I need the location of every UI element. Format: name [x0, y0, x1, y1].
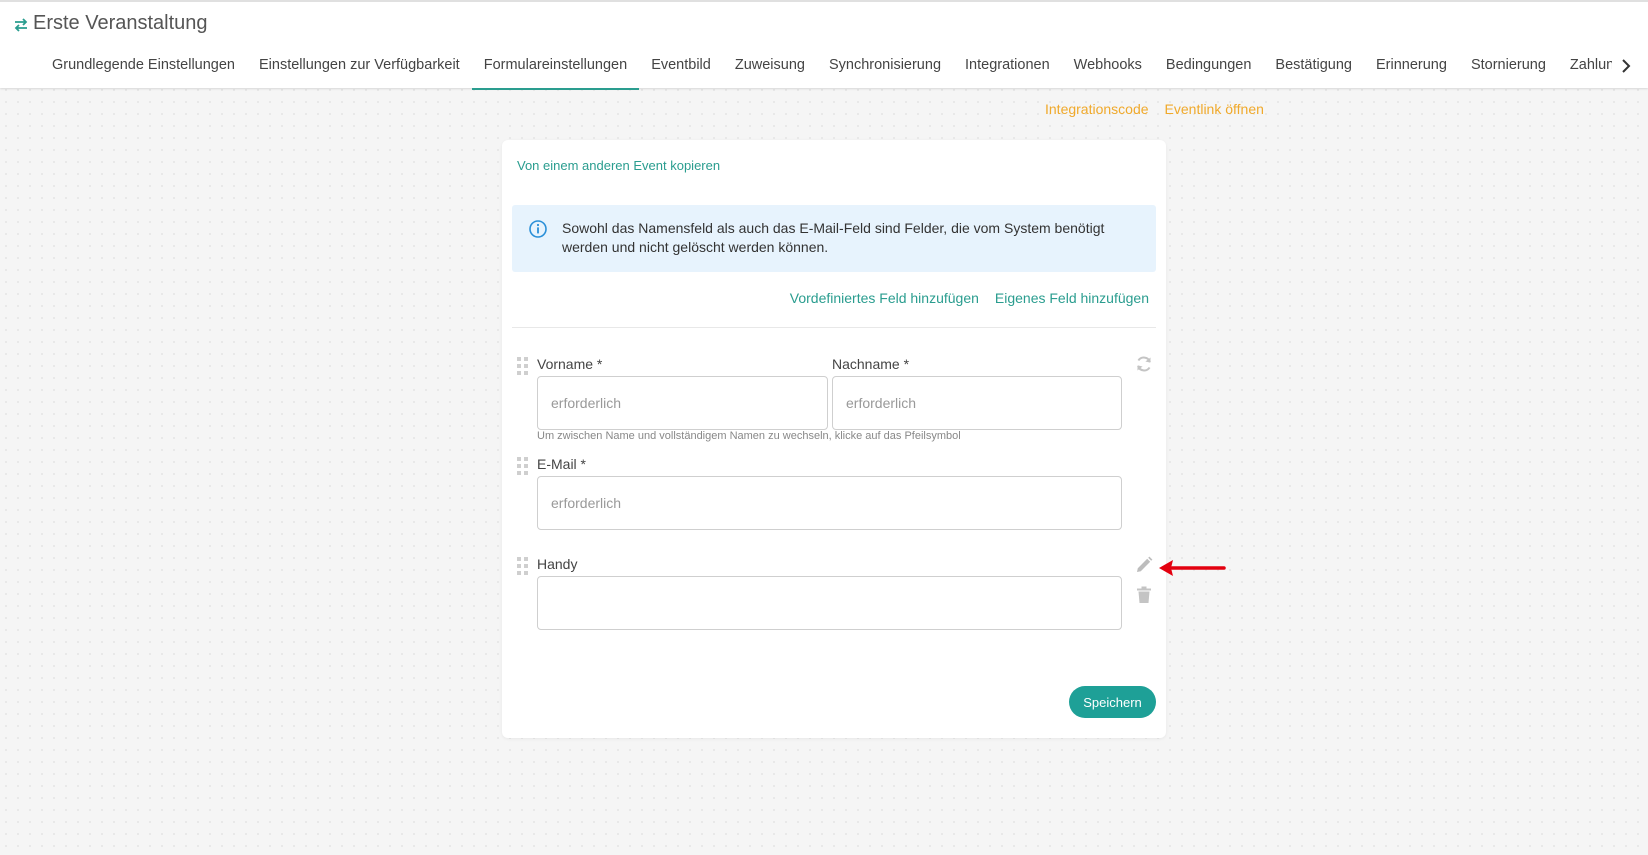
tab-basic-settings[interactable]: Grundlegende Einstellungen — [40, 46, 247, 90]
add-predefined-field-link[interactable]: Vordefiniertes Feld hinzufügen — [790, 290, 979, 306]
last-name-label: Nachname * — [832, 356, 910, 372]
add-field-links: Vordefiniertes Feld hinzufügen Eigenes F… — [790, 290, 1149, 306]
tabs-scroll-right[interactable] — [1616, 56, 1636, 76]
tab-form-settings[interactable]: Formulareinstellungen — [471, 46, 640, 90]
pencil-icon[interactable] — [1134, 555, 1154, 575]
tab-payment[interactable]: Zahlung — [1558, 46, 1612, 90]
red-arrow-icon — [1159, 560, 1226, 576]
tab-webhooks[interactable]: Webhooks — [1062, 46, 1154, 90]
tab-integrations[interactable]: Integrationen — [953, 46, 1062, 90]
info-circle-icon — [529, 220, 547, 238]
info-box: Sowohl das Namensfeld als auch das E-Mai… — [512, 205, 1156, 272]
divider — [512, 327, 1156, 328]
info-text: Sowohl das Namensfeld als auch das E-Mai… — [562, 220, 1105, 255]
tab-cancellation[interactable]: Stornierung — [1459, 46, 1558, 90]
form-settings-card: Von einem anderen Event kopieren Sowohl … — [502, 140, 1166, 738]
save-button[interactable]: Speichern — [1069, 686, 1156, 718]
last-name-input[interactable] — [832, 376, 1122, 430]
tab-reminder[interactable]: Erinnerung — [1364, 46, 1459, 90]
top-bar: Erste Veranstaltung Grundlegende Einstel… — [0, 0, 1648, 90]
settings-tabs: Grundlegende Einstellungen Einstellungen… — [40, 46, 1612, 90]
tab-event-image[interactable]: Eventbild — [639, 46, 723, 90]
name-toggle-hint: Um zwischen Name und vollständigem Namen… — [537, 430, 961, 442]
mobile-input[interactable] — [537, 576, 1122, 630]
first-name-input[interactable] — [537, 376, 828, 430]
tab-assignment[interactable]: Zuweisung — [723, 46, 817, 90]
tab-synchronization[interactable]: Synchronisierung — [817, 46, 953, 90]
open-event-link[interactable]: Eventlink öffnen — [1165, 101, 1264, 117]
swap-arrows-icon[interactable] — [13, 17, 29, 33]
add-custom-field-link[interactable]: Eigenes Feld hinzufügen — [995, 290, 1149, 306]
tab-confirmation[interactable]: Bestätigung — [1263, 46, 1364, 90]
event-title-row: Erste Veranstaltung — [13, 12, 208, 35]
tab-conditions[interactable]: Bedingungen — [1154, 46, 1263, 90]
chevron-right-icon — [1622, 59, 1631, 73]
email-label: E-Mail * — [537, 456, 587, 472]
event-title: Erste Veranstaltung — [33, 12, 208, 34]
tab-availability[interactable]: Einstellungen zur Verfügbarkeit — [247, 46, 472, 90]
top-links: Integrationscode Eventlink öffnen — [1045, 101, 1264, 117]
refresh-icon[interactable] — [1134, 354, 1154, 374]
trash-icon[interactable] — [1134, 585, 1154, 605]
drag-handle-icon[interactable] — [517, 457, 529, 475]
drag-handle-icon[interactable] — [517, 357, 529, 375]
first-name-label: Vorname * — [537, 356, 603, 372]
drag-handle-icon[interactable] — [517, 557, 529, 575]
mobile-label: Handy — [537, 556, 578, 572]
email-input[interactable] — [537, 476, 1122, 530]
copy-from-event-link[interactable]: Von einem anderen Event kopieren — [517, 158, 720, 173]
integration-code-link[interactable]: Integrationscode — [1045, 101, 1149, 117]
